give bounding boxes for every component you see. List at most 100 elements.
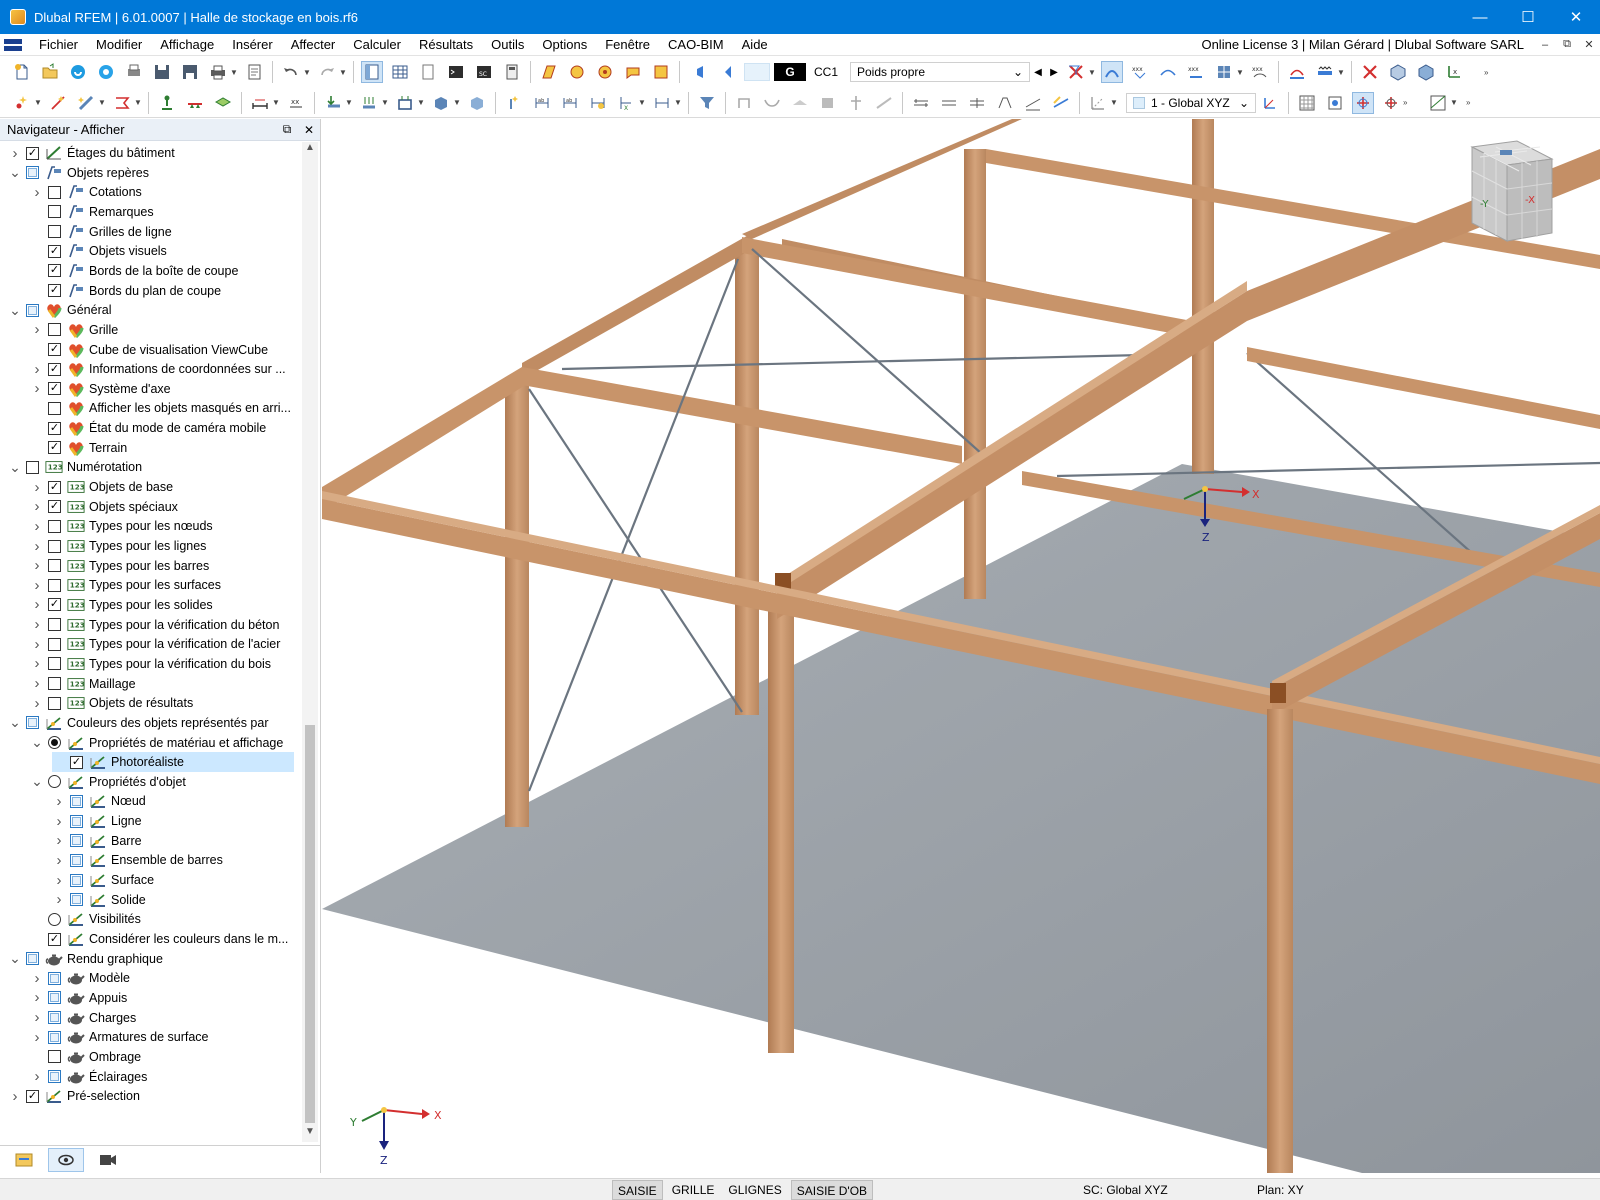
- more-toolbar2-icon[interactable]: »: [1403, 98, 1411, 107]
- undo-dropdown-icon[interactable]: ▼: [303, 68, 311, 77]
- tab-data-icon[interactable]: [6, 1148, 42, 1172]
- save-as-icon[interactable]: [179, 61, 201, 83]
- previous-load-icon[interactable]: [687, 61, 709, 83]
- nav-item-solide[interactable]: › Solide: [52, 890, 146, 910]
- expand-chevron-icon[interactable]: ›: [30, 674, 44, 694]
- close-panel-icon[interactable]: ✕: [298, 123, 320, 137]
- solid-load-dropdown-icon[interactable]: ▼: [453, 98, 461, 107]
- checkbox[interactable]: ✓: [48, 441, 61, 455]
- line-support-icon[interactable]: [184, 92, 206, 114]
- checkbox[interactable]: [48, 539, 61, 553]
- nav-item-photorealiste[interactable]: ✓ Photoréaliste: [52, 752, 294, 773]
- rafter-left[interactable]: [322, 361, 532, 511]
- surface-support-icon[interactable]: [212, 92, 234, 114]
- new-file-icon[interactable]: [11, 61, 33, 83]
- checkbox[interactable]: [48, 991, 61, 1005]
- nav-item-proprietes-d-objet[interactable]: ⌄ Propriétés d'objet: [30, 772, 186, 792]
- nav-item-terrain[interactable]: ✓ Terrain: [30, 438, 127, 458]
- next-load-case-button[interactable]: ▶: [1046, 67, 1062, 78]
- nav-item-considerer-les-couleurs-dans-le-m[interactable]: ✓ Considérer les couleurs dans le m...: [30, 929, 288, 949]
- expand-chevron-icon[interactable]: ›: [30, 988, 44, 1008]
- nav-item-proprietes-de-materiau-et-affichage[interactable]: ⌄ Propriétés de matériau et affichage: [30, 733, 283, 753]
- expand-chevron-icon[interactable]: ›: [8, 143, 22, 163]
- checkbox[interactable]: [48, 1050, 61, 1064]
- cloud-open-icon[interactable]: [67, 61, 89, 83]
- bracing-cable[interactable]: [1056, 461, 1600, 478]
- radio-button[interactable]: [48, 775, 61, 789]
- model-scene[interactable]: X Z X Y Z -Y -X: [322, 119, 1600, 1173]
- checkbox[interactable]: [48, 578, 61, 592]
- nav-item-visibilites[interactable]: Visibilités: [30, 909, 141, 929]
- filter-dropdown-icon[interactable]: ▼: [1337, 68, 1345, 77]
- expand-chevron-icon[interactable]: ›: [30, 556, 44, 576]
- nav-item-types-pour-les-lignes[interactable]: › 123 Types pour les lignes: [30, 536, 207, 556]
- dimension-slope-icon[interactable]: [994, 92, 1016, 114]
- checkbox[interactable]: [70, 853, 83, 867]
- redo-icon[interactable]: [316, 61, 338, 83]
- filter-icon[interactable]: [696, 92, 718, 114]
- properties-icon[interactable]: [417, 61, 439, 83]
- surface-load-dropdown-icon[interactable]: ▼: [417, 98, 425, 107]
- nav-item-charges[interactable]: › Charges: [30, 1008, 137, 1028]
- nav-item-types-pour-la-verification-du-beton[interactable]: › 123 Types pour la vérification du béton: [30, 615, 280, 635]
- checkbox[interactable]: ✓: [48, 382, 61, 396]
- checkbox[interactable]: ✓: [48, 598, 61, 612]
- view-panel-icon[interactable]: [1427, 92, 1449, 114]
- expand-chevron-icon[interactable]: ›: [30, 359, 44, 379]
- nav-item-surface[interactable]: › Surface: [52, 870, 155, 890]
- nav-item-couleurs-des-objets-representes-par[interactable]: ⌄ Couleurs des objets représentés par: [8, 713, 268, 733]
- checkbox[interactable]: [70, 893, 83, 907]
- combination-icon[interactable]: [594, 61, 616, 83]
- nav-item-barre[interactable]: › Barre: [52, 831, 142, 851]
- result-combination-icon[interactable]: [622, 61, 644, 83]
- expand-chevron-icon[interactable]: ›: [30, 634, 44, 654]
- collapse-chevron-icon[interactable]: ⌄: [30, 733, 44, 753]
- new-surface-icon[interactable]: [111, 92, 133, 114]
- nav-item-maillage[interactable]: › 123 Maillage: [30, 674, 136, 694]
- radio-button[interactable]: [48, 736, 61, 749]
- navigator-toggle-icon[interactable]: [361, 61, 383, 83]
- checkbox[interactable]: ✓: [48, 500, 61, 514]
- section-view-3-icon[interactable]: [587, 92, 609, 114]
- girder-end-cap-right[interactable]: [1270, 683, 1286, 703]
- nav-item-n-ud[interactable]: › Nœud: [52, 791, 146, 811]
- expand-chevron-icon[interactable]: ›: [30, 182, 44, 202]
- mdi-minimize-button[interactable]: –: [1534, 39, 1556, 51]
- checkbox[interactable]: [48, 205, 61, 219]
- comment-icon[interactable]: xx: [285, 92, 307, 114]
- print-setup-icon[interactable]: [123, 61, 145, 83]
- node-dropdown-icon[interactable]: ▼: [34, 98, 42, 107]
- checkbox[interactable]: [48, 618, 61, 632]
- release-gray-icon[interactable]: [845, 92, 867, 114]
- delete-selection-icon[interactable]: [1359, 61, 1381, 83]
- expand-chevron-icon[interactable]: ›: [30, 477, 44, 497]
- mdi-close-button[interactable]: ✕: [1578, 38, 1600, 51]
- model-viewport[interactable]: X Z X Y Z -Y -X: [322, 119, 1600, 1173]
- nav-item-armatures-de-surface[interactable]: › Armatures de surface: [30, 1027, 209, 1047]
- checkbox[interactable]: ✓: [26, 146, 39, 160]
- new-member-icon[interactable]: [75, 92, 97, 114]
- nodal-load-dropdown-icon[interactable]: ▼: [345, 98, 353, 107]
- result-labels-icon[interactable]: xxx: [1185, 61, 1207, 83]
- result-diagram-icon[interactable]: xxx: [1249, 61, 1271, 83]
- expand-chevron-icon[interactable]: ›: [30, 497, 44, 517]
- bracing-cable[interactable]: [561, 353, 1143, 371]
- expand-chevron-icon[interactable]: ›: [30, 968, 44, 988]
- expand-chevron-icon[interactable]: ›: [30, 516, 44, 536]
- undo-icon[interactable]: [280, 61, 302, 83]
- menu-inserer[interactable]: Insérer: [223, 34, 281, 56]
- more-toolbar3-icon[interactable]: »: [1466, 98, 1474, 107]
- print-dropdown-icon[interactable]: ▼: [230, 68, 238, 77]
- checkbox[interactable]: ✓: [48, 932, 61, 946]
- snap-intersection-icon[interactable]: [1380, 92, 1402, 114]
- support-gray-icon[interactable]: [733, 92, 755, 114]
- minimize-button[interactable]: —: [1456, 0, 1504, 34]
- line-gray-icon[interactable]: [873, 92, 895, 114]
- checkbox[interactable]: [48, 1030, 61, 1044]
- checkbox[interactable]: [48, 185, 61, 199]
- nav-item-objets-speciaux[interactable]: › ✓ 123 Objets spéciaux: [30, 497, 178, 517]
- expand-chevron-icon[interactable]: ›: [30, 615, 44, 635]
- nav-item-types-pour-les-solides[interactable]: › ✓ 123 Types pour les solides: [30, 595, 213, 615]
- more-toolbar-icon[interactable]: »: [1484, 68, 1492, 77]
- undock-icon[interactable]: ⧉: [276, 122, 298, 137]
